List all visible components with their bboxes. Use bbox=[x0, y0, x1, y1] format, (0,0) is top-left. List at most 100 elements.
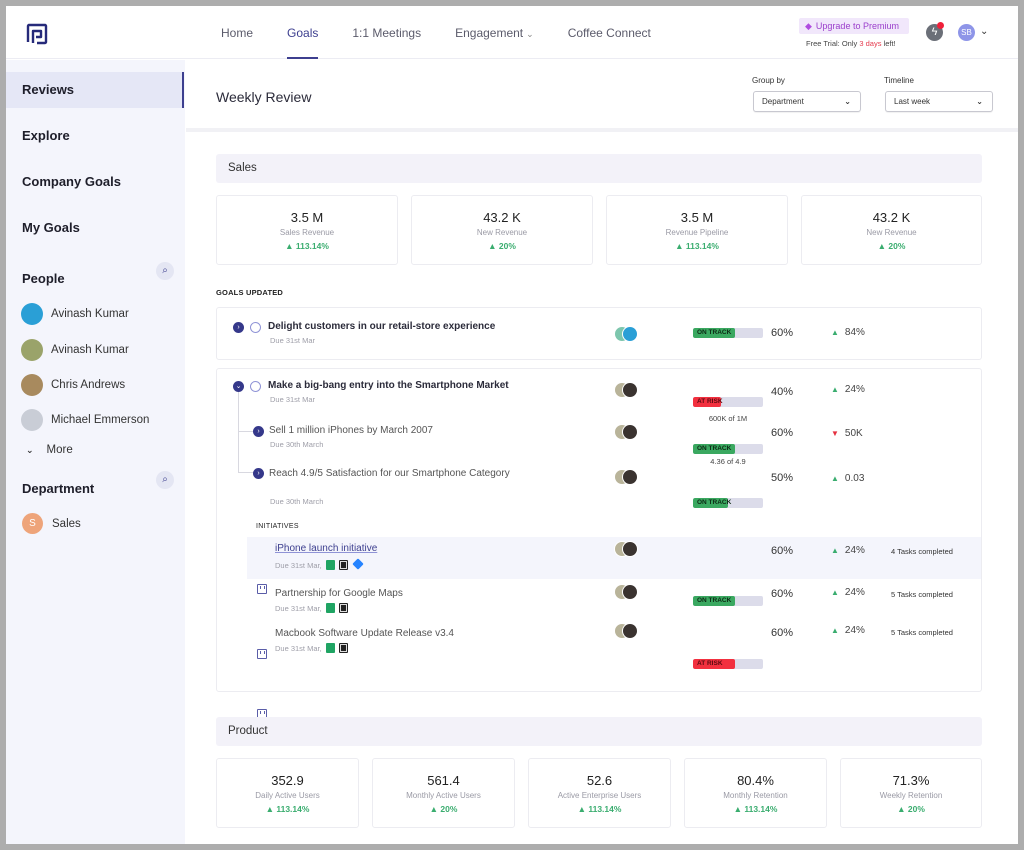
arrow-down-icon: ▼ bbox=[831, 429, 839, 438]
stat-card: 80.4% Monthly Retention ▲ 113.14% bbox=[684, 758, 827, 828]
delta-value: 24% bbox=[844, 384, 865, 395]
timeline-select[interactable]: Last week ⌄ bbox=[885, 91, 993, 112]
owner-avatar bbox=[622, 469, 638, 485]
stat-delta-value: 20% bbox=[888, 241, 906, 251]
expand-icon[interactable]: › bbox=[253, 426, 264, 437]
timeline-label: Timeline bbox=[884, 76, 914, 85]
arrow-up-icon: ▲ bbox=[831, 328, 839, 337]
sidebar-item-explore[interactable]: Explore bbox=[6, 118, 184, 154]
upgrade-button[interactable]: ◆ Upgrade to Premium bbox=[799, 18, 909, 34]
goal-due: Due 31st Mar bbox=[270, 395, 316, 404]
arrow-up-icon: ▲ bbox=[897, 804, 908, 814]
arrow-up-icon: ▲ bbox=[429, 804, 441, 814]
goal-delta: ▲ 84% bbox=[831, 327, 865, 338]
kr-delta: ▼ 50K bbox=[831, 428, 863, 439]
people-search-icon[interactable]: ⌕ bbox=[156, 262, 174, 280]
stat-value: 352.9 bbox=[271, 773, 304, 788]
initiative-board-icon bbox=[257, 649, 267, 659]
sidebar-item-reviews[interactable]: Reviews bbox=[6, 72, 184, 108]
progress-bar: AT RISK bbox=[693, 659, 763, 669]
user-avatar[interactable]: SB bbox=[958, 24, 975, 41]
person-avatar bbox=[21, 374, 43, 396]
sidebar-item-company-goals[interactable]: Company Goals bbox=[6, 164, 184, 200]
sidebar-item-label: Explore bbox=[22, 128, 70, 143]
stat-value: 561.4 bbox=[427, 773, 460, 788]
product-section-header: Product bbox=[216, 717, 982, 746]
owner-avatars bbox=[614, 541, 642, 557]
trial-days: 3 days bbox=[859, 39, 882, 48]
notion-icon[interactable] bbox=[338, 603, 348, 613]
people-heading: People bbox=[22, 271, 65, 286]
goal-delta: ▲ 24% bbox=[831, 384, 865, 395]
person-item[interactable]: Avinash Kumar bbox=[21, 338, 129, 362]
collapse-icon[interactable]: ⌄ bbox=[233, 381, 244, 392]
stat-label: New Revenue bbox=[476, 228, 528, 237]
group-by-select[interactable]: Department ⌄ bbox=[753, 91, 861, 112]
status-label: ON TRACK bbox=[697, 499, 732, 506]
goal-title[interactable]: Make a big-bang entry into the Smartphon… bbox=[268, 380, 509, 391]
nav-engagement[interactable]: Engagement ⌄ bbox=[455, 6, 534, 59]
notion-icon[interactable] bbox=[338, 643, 348, 653]
nav-goals-label: Goals bbox=[287, 26, 319, 40]
nav-meetings[interactable]: 1:1 Meetings bbox=[352, 6, 421, 59]
initiative-title[interactable]: Partnership for Google Maps bbox=[275, 588, 403, 599]
delta-value: 84% bbox=[844, 327, 865, 338]
google-sheets-icon[interactable] bbox=[325, 560, 335, 570]
department-item[interactable]: S Sales bbox=[22, 513, 81, 534]
status-label: ON TRACK bbox=[697, 597, 732, 604]
expand-icon[interactable]: › bbox=[253, 468, 264, 479]
nav-home[interactable]: Home bbox=[221, 6, 253, 59]
person-item[interactable]: Avinash Kumar bbox=[21, 302, 129, 326]
group-by-value: Department bbox=[762, 97, 804, 106]
department-search-icon[interactable]: ⌕ bbox=[156, 471, 174, 489]
person-avatar bbox=[21, 303, 43, 325]
goal-title[interactable]: Delight customers in our retail-store ex… bbox=[268, 321, 495, 332]
person-name: Michael Emmerson bbox=[51, 414, 150, 426]
person-item[interactable]: Chris Andrews bbox=[21, 373, 125, 397]
stat-value: 43.2 K bbox=[483, 210, 521, 225]
stat-delta-value: 113.14% bbox=[276, 804, 310, 814]
nav-goals[interactable]: Goals bbox=[287, 6, 319, 59]
google-sheets-icon[interactable] bbox=[325, 643, 335, 653]
stat-card: 43.2 K New Revenue ▲ 20% bbox=[801, 195, 982, 265]
goal-card bbox=[216, 307, 982, 360]
page-title: Weekly Review bbox=[216, 89, 312, 105]
chevron-down-icon[interactable]: ⌄ bbox=[980, 26, 988, 37]
status-badge: AT RISK bbox=[693, 659, 735, 669]
initiative-title[interactable]: iPhone launch initiative bbox=[275, 543, 377, 554]
progress-percent: 60% bbox=[771, 588, 794, 600]
stat-label: Sales Revenue bbox=[279, 228, 335, 237]
stat-delta: ▲ 113.14% bbox=[685, 804, 826, 814]
initiative-due-text: Due 31st Mar, bbox=[275, 561, 322, 570]
initiative-delta: ▲ 24% bbox=[831, 625, 865, 636]
expand-icon[interactable]: › bbox=[233, 322, 244, 333]
initiative-due: Due 31st Mar, bbox=[275, 603, 348, 613]
jira-icon[interactable] bbox=[352, 558, 364, 570]
stat-value: 3.5 M bbox=[290, 210, 324, 225]
trial-notice: Free Trial: Only 3 days left! bbox=[806, 39, 896, 48]
google-sheets-icon[interactable] bbox=[325, 603, 335, 613]
notion-icon[interactable] bbox=[338, 560, 348, 570]
app-logo-icon[interactable] bbox=[25, 22, 49, 46]
nav-meetings-label: 1:1 Meetings bbox=[352, 26, 422, 40]
delta-value: 0.03 bbox=[844, 473, 865, 484]
progress-bar: ON TRACK bbox=[693, 444, 763, 454]
trial-prefix: Free Trial: Only bbox=[806, 39, 860, 48]
stat-delta-value: 20% bbox=[907, 804, 925, 814]
key-result-title[interactable]: Reach 4.9/5 Satisfaction for our Smartph… bbox=[269, 468, 510, 479]
sidebar-item-my-goals[interactable]: My Goals bbox=[6, 210, 184, 246]
progress-bar: ON TRACK bbox=[693, 596, 763, 606]
status-label: ON TRACK bbox=[697, 445, 732, 452]
nav-coffee-connect[interactable]: Coffee Connect bbox=[568, 6, 651, 59]
delta-value: 24% bbox=[844, 625, 865, 636]
key-result-title[interactable]: Sell 1 million iPhones by March 2007 bbox=[269, 425, 433, 436]
person-item[interactable]: Michael Emmerson bbox=[21, 408, 149, 432]
arrow-up-icon: ▲ bbox=[733, 804, 745, 814]
arrow-up-icon: ▲ bbox=[831, 626, 839, 635]
initiative-board-icon bbox=[257, 584, 267, 594]
stat-delta-value: 113.14% bbox=[295, 241, 329, 251]
more-people-button[interactable]: ⌄ More bbox=[26, 444, 73, 456]
timeline-value: Last week bbox=[894, 97, 931, 106]
tasks-completed: 5 Tasks completed bbox=[891, 590, 953, 599]
initiative-title[interactable]: Macbook Software Update Release v3.4 bbox=[275, 628, 454, 639]
